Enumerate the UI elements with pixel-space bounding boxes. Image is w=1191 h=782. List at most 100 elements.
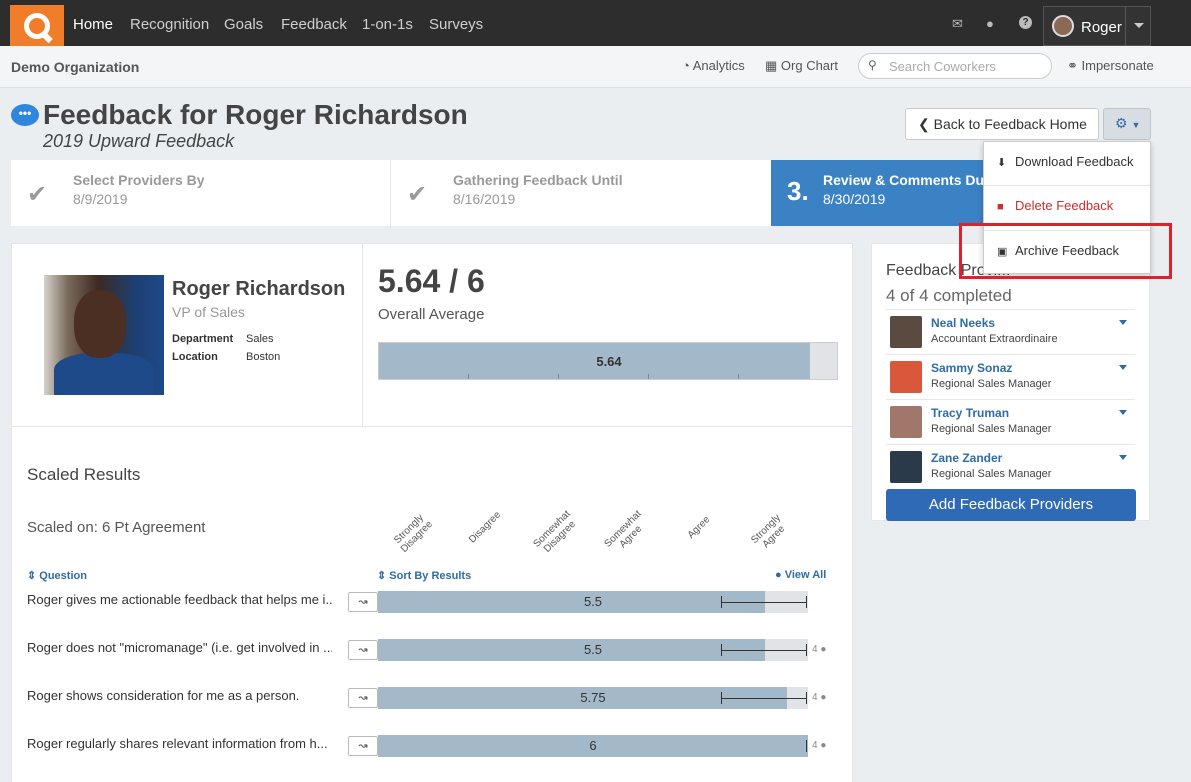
chevron-down-icon[interactable] <box>1119 320 1127 325</box>
nav-recognition[interactable]: Recognition <box>130 16 209 33</box>
provider-role: Regional Sales Manager <box>931 468 1052 480</box>
settings-button[interactable]: ⚙ ▼ <box>1103 108 1151 140</box>
comment-icon: ● <box>820 740 827 751</box>
comment-count[interactable]: 4 ● <box>812 692 826 703</box>
scale-label-2: Disagree <box>466 509 504 546</box>
profile-role: VP of Sales <box>172 304 245 320</box>
avatar <box>890 451 922 483</box>
step-label: Gathering Feedback Until <box>453 172 623 188</box>
provider-name[interactable]: Neal Neeks <box>931 316 995 330</box>
avatar <box>1052 15 1074 37</box>
scale-label-5: Agree <box>685 514 713 541</box>
comment-count[interactable]: 4 ● <box>812 644 826 655</box>
chart-button[interactable]: ↝ <box>348 592 378 612</box>
provider-row[interactable]: Zane Zander Regional Sales Manager <box>886 444 1135 489</box>
back-button[interactable]: ❮ Back to Feedback Home <box>905 108 1099 140</box>
chevron-down-icon[interactable] <box>1119 365 1127 370</box>
page-subtitle: 2019 Upward Feedback <box>43 131 235 151</box>
provider-name[interactable]: Zane Zander <box>931 451 1002 465</box>
chevron-down-icon[interactable] <box>1119 455 1127 460</box>
download-label: Download Feedback <box>1015 154 1134 169</box>
check-icon: ✔ <box>27 181 48 208</box>
provider-row[interactable]: Tracy Truman Regional Sales Manager <box>886 399 1135 444</box>
provider-name[interactable]: Sammy Sonaz <box>931 361 1012 375</box>
sitemap-icon: ▦ <box>765 58 781 73</box>
nav-home[interactable]: Home <box>73 16 113 33</box>
gear-icon: ⚙ <box>1115 115 1128 131</box>
overall-label: Overall Average <box>378 306 485 323</box>
avatar <box>890 361 922 393</box>
profile-name: Roger Richardson <box>172 278 346 300</box>
comment-count-value: 4 <box>812 692 818 703</box>
view-all-label: View All <box>784 569 827 581</box>
pie-icon: ◔ <box>682 58 693 73</box>
impersonate-link[interactable]: ⚭ Impersonate <box>1067 58 1154 74</box>
comment-count-value: 4 <box>812 644 818 655</box>
search-input[interactable]: ⚲ Search Coworkers <box>858 53 1052 79</box>
location-label: Location <box>172 351 218 363</box>
step-1: ✔ Select Providers By 8/9/2019 <box>11 160 391 226</box>
comment-count-value: 4 <box>812 740 818 751</box>
comments-icon: ● <box>775 569 782 581</box>
department-value: Sales <box>246 333 274 345</box>
line-chart-icon: ↝ <box>358 692 368 704</box>
line-chart-icon: ↝ <box>358 740 368 752</box>
nav-1on1s[interactable]: 1-on-1s <box>362 16 413 33</box>
line-chart-icon: ↝ <box>358 644 368 656</box>
department-label: Department <box>172 333 234 345</box>
org-chart-label: Org Chart <box>780 58 838 73</box>
search-icon: ⚲ <box>868 58 877 72</box>
provider-role: Accountant Extraordinaire <box>931 333 1058 345</box>
nav-feedback[interactable]: Feedback <box>281 16 347 33</box>
page-title: Feedback for Roger Richardson <box>43 99 468 130</box>
line-chart-icon: ↝ <box>358 596 368 608</box>
app-logo[interactable] <box>10 5 64 46</box>
analytics-label: Analytics <box>692 58 745 73</box>
download-icon: ⬇ <box>997 157 1007 169</box>
chart-button[interactable]: ↝ <box>348 736 378 756</box>
chevron-down-icon[interactable] <box>1134 23 1144 28</box>
analytics-link[interactable]: ◔ Analytics <box>682 58 745 73</box>
results-sort[interactable]: ⇕ Sort By Results <box>377 569 471 582</box>
view-all-link[interactable]: ● View All <box>775 569 826 581</box>
provider-name[interactable]: Tracy Truman <box>931 406 1009 420</box>
user-menu[interactable]: Roger <box>1043 6 1151 46</box>
avatar <box>890 316 922 348</box>
caret-icon: ▼ <box>1131 120 1141 130</box>
chart-button[interactable]: ↝ <box>348 688 378 708</box>
step-label: Select Providers By <box>73 172 205 188</box>
profile-photo <box>44 275 164 395</box>
help-icon[interactable]: ? <box>1019 16 1032 29</box>
overall-value: 5.64 <box>596 354 622 369</box>
mail-icon[interactable]: ✉ <box>952 16 963 32</box>
provider-row[interactable]: Neal Neeks Accountant Extraordinaire <box>886 309 1135 354</box>
question-sort[interactable]: ⇕ Question <box>27 569 87 582</box>
comment-count[interactable]: 4 ● <box>812 740 826 751</box>
avatar <box>890 406 922 438</box>
scale-label-3: Somewhat Disagree <box>531 508 578 555</box>
back-label: Back to Feedback Home <box>933 116 1087 132</box>
org-chart-link[interactable]: ▦ Org Chart <box>765 58 838 74</box>
provider-row[interactable]: Sammy Sonaz Regional Sales Manager <box>886 354 1135 399</box>
step-number: 3. <box>787 176 809 206</box>
step-date: 8/9/2019 <box>73 191 128 207</box>
bell-icon[interactable]: ● <box>986 16 994 31</box>
step-date: 8/30/2019 <box>823 191 886 207</box>
question-bar: 6 <box>378 735 808 757</box>
check-icon: ✔ <box>407 181 428 208</box>
nav-goals[interactable]: Goals <box>224 16 263 33</box>
delete-label: Delete Feedback <box>1015 198 1114 213</box>
org-name: Demo Organization <box>11 59 140 75</box>
comment-icon: ••• <box>11 104 39 126</box>
chevron-down-icon[interactable] <box>1119 410 1127 415</box>
sub-bar: Demo Organization ◔ Analytics ▦ Org Char… <box>0 46 1191 88</box>
location-value: Boston <box>246 351 281 363</box>
nav-surveys[interactable]: Surveys <box>429 16 483 33</box>
question-col-label: Question <box>39 570 87 582</box>
comment-icon: ● <box>820 644 827 655</box>
overall-score: 5.64 / 6 <box>378 263 485 299</box>
chart-button[interactable]: ↝ <box>348 640 378 660</box>
add-providers-button[interactable]: Add Feedback Providers <box>886 489 1136 521</box>
download-feedback-item[interactable]: ⬇ Download Feedback <box>984 142 1150 186</box>
comment-icon: ● <box>820 692 827 703</box>
